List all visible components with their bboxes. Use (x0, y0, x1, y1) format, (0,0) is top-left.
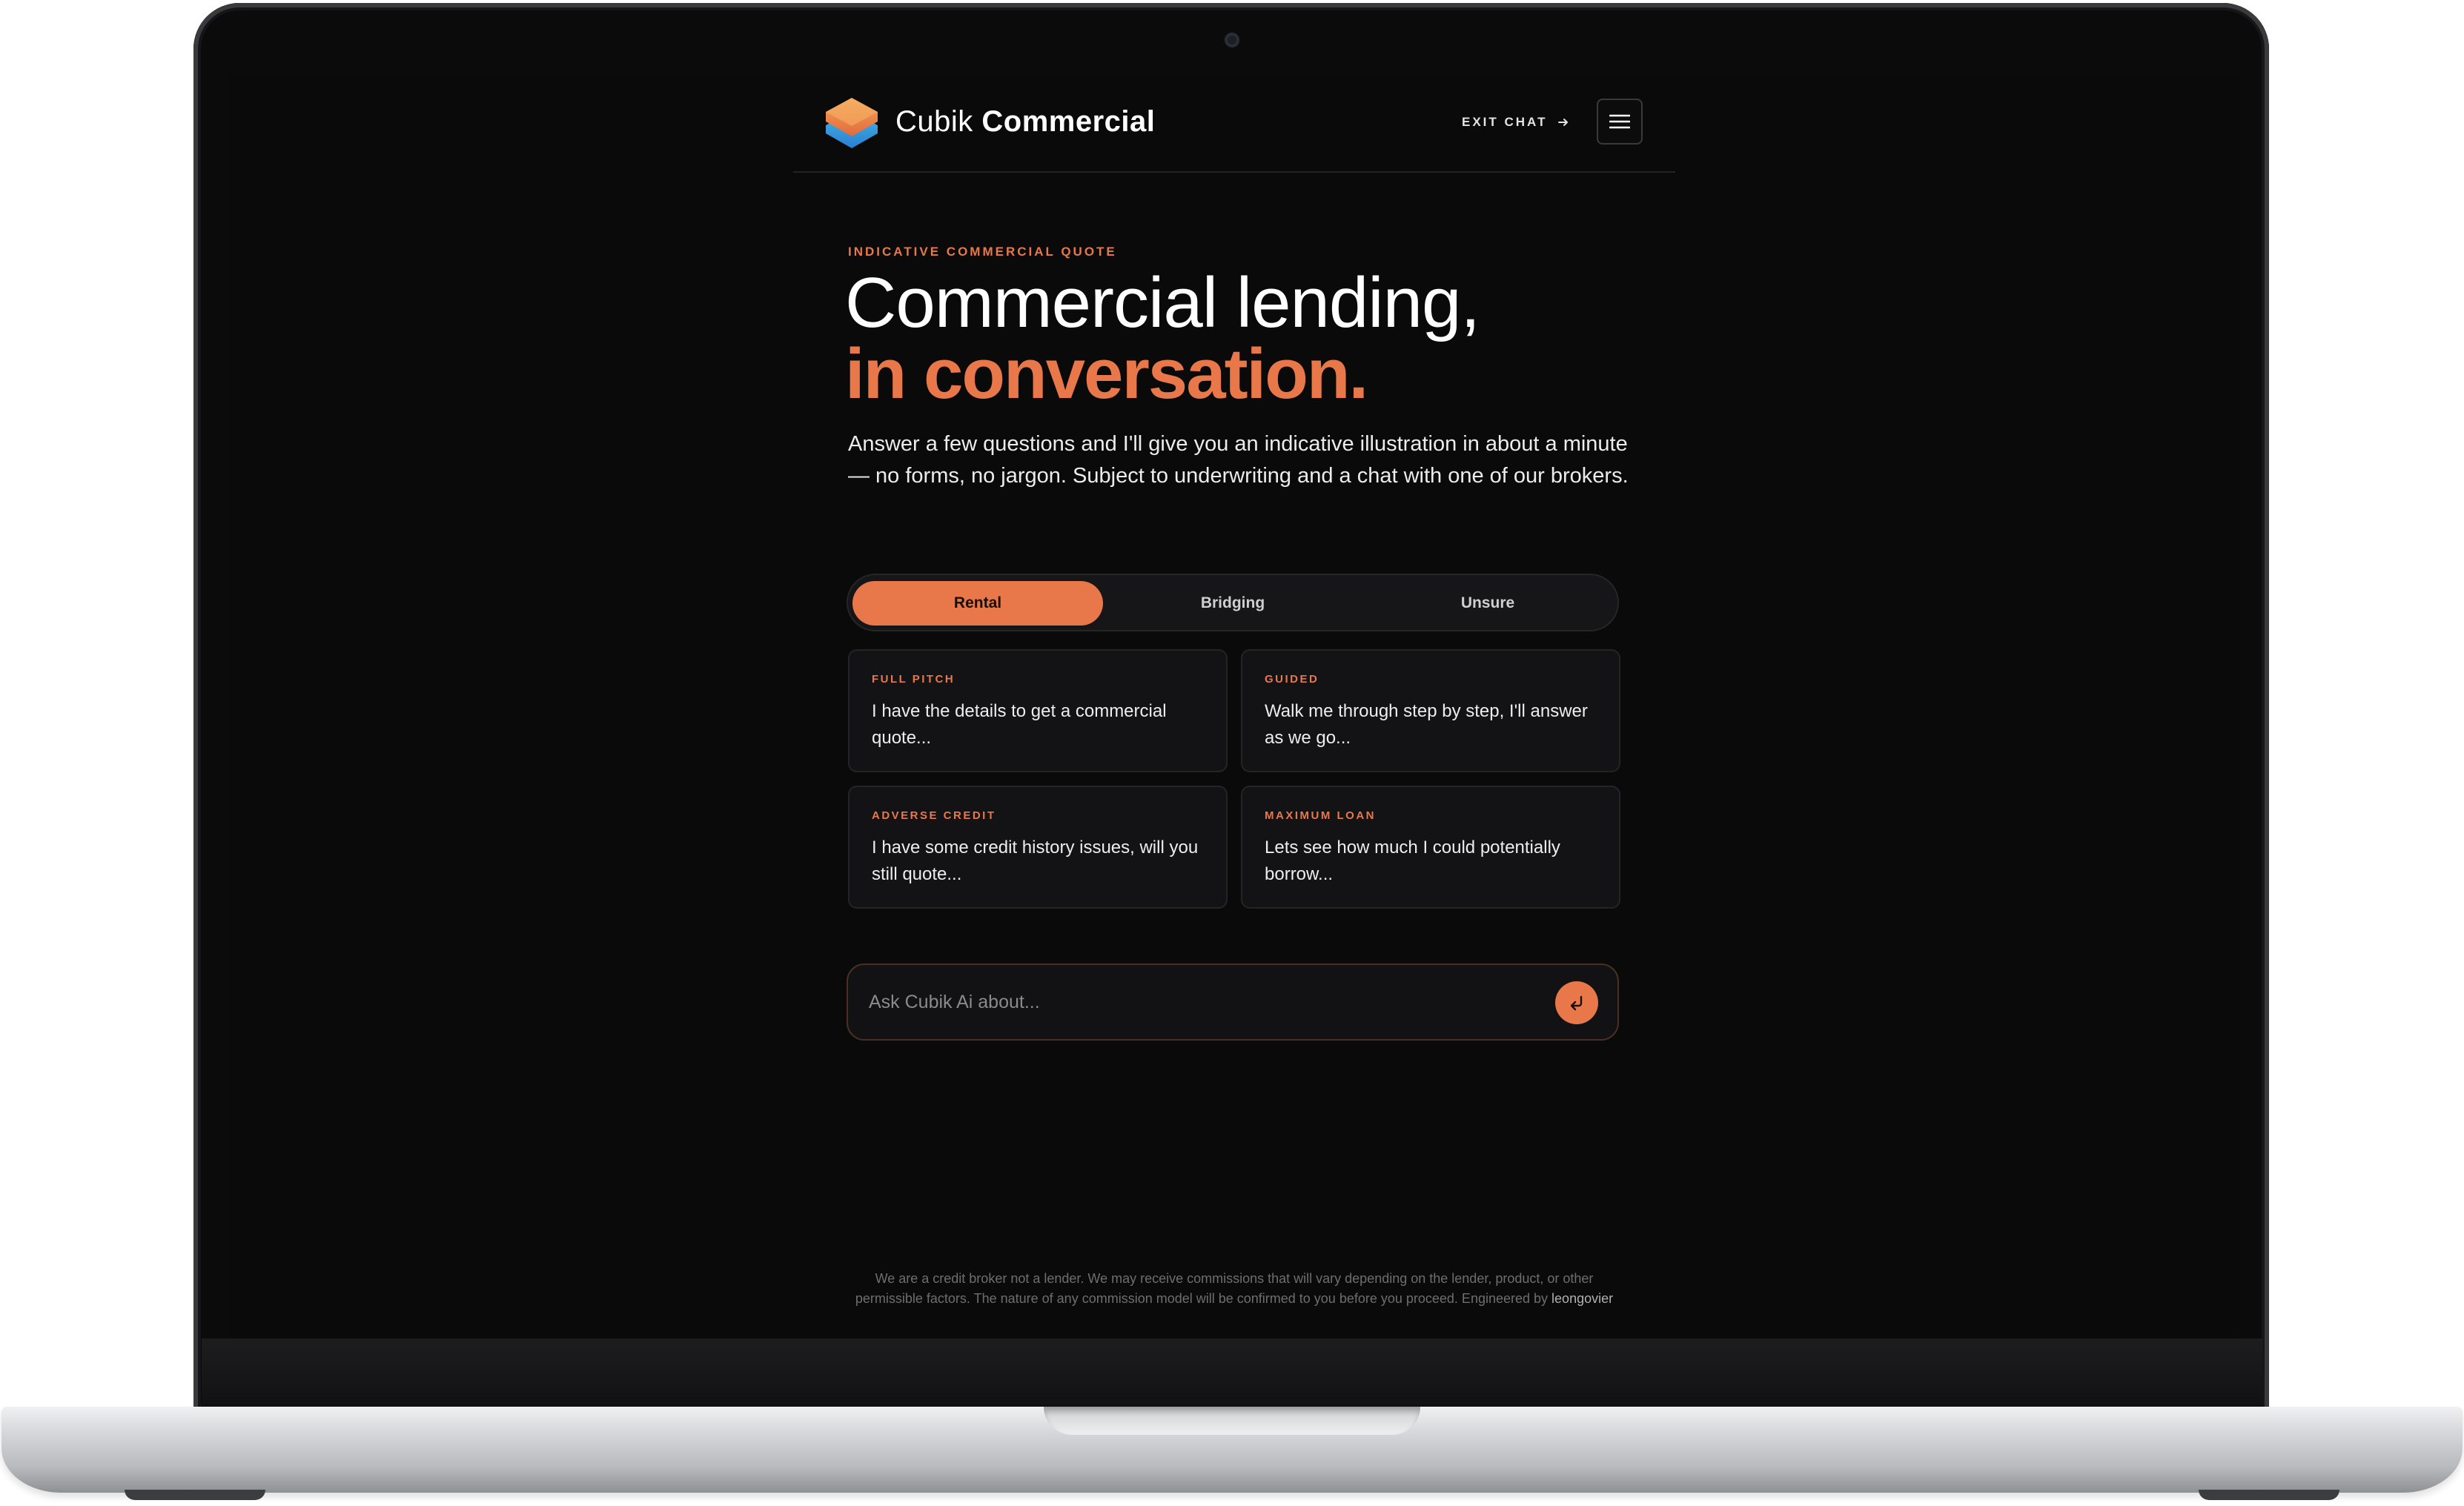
page-title-line1: Commercial lending, (845, 263, 1480, 342)
brand-name-bold: Commercial (981, 105, 1156, 138)
prompt-card-text: Lets see how much I could potentially bo… (1265, 837, 1560, 884)
ask-box (847, 963, 1619, 1041)
prompt-card-full-pitch[interactable]: FULL PITCH I have the details to get a c… (848, 649, 1228, 772)
site-header: Cubik Commercial EXIT CHAT (793, 74, 1675, 173)
prompt-card-tag: ADVERSE CREDIT (872, 809, 996, 822)
return-arrow-icon (1570, 995, 1583, 1011)
hamburger-menu-icon (1609, 114, 1630, 129)
brand-name-light: Cubik (895, 105, 973, 138)
prompt-card-tag: FULL PITCH (872, 673, 956, 686)
disclaimer-line2: permissible factors. The nature of any c… (855, 1291, 1549, 1306)
engineer-link[interactable]: leongovier (1551, 1291, 1613, 1306)
camera-icon (1225, 33, 1239, 47)
prompt-card-text: I have some credit history issues, will … (872, 837, 1199, 884)
send-button[interactable] (1555, 981, 1598, 1024)
laptop-foot-right (2199, 1490, 2339, 1500)
tab-bridging[interactable]: Bridging (1107, 581, 1358, 626)
tab-rental[interactable]: Rental (852, 581, 1103, 626)
prompt-card-text: Walk me through step by step, I'll answe… (1265, 701, 1588, 748)
page-title-line2: in conversation. (845, 334, 1368, 414)
ask-input[interactable] (869, 965, 1521, 1039)
cube-logo-icon[interactable] (824, 95, 879, 153)
loan-type-selector: Rental Bridging Unsure (847, 574, 1619, 631)
prompt-card-adverse-credit[interactable]: ADVERSE CREDIT I have some credit histor… (848, 786, 1228, 909)
prompt-card-tag: MAXIMUM LOAN (1265, 809, 1376, 822)
eyebrow-label: INDICATIVE COMMERCIAL QUOTE (848, 245, 1117, 259)
laptop-foot-left (125, 1490, 265, 1500)
screen: Cubik Commercial EXIT CHAT INDICATIVE CO… (230, 74, 2239, 1339)
brand-name[interactable]: Cubik Commercial (895, 105, 1155, 139)
footer-disclaimer: We are a credit broker not a lender. We … (778, 1269, 1690, 1309)
menu-button[interactable] (1597, 99, 1643, 145)
exit-chat-label: EXIT CHAT (1462, 115, 1548, 129)
disclaimer-line2-wrap: permissible factors. The nature of any c… (778, 1289, 1690, 1309)
exit-chat-button[interactable]: EXIT CHAT (1462, 115, 1569, 130)
tab-unsure[interactable]: Unsure (1362, 581, 1613, 626)
laptop-notch (1044, 1407, 1420, 1435)
prompt-card-guided[interactable]: GUIDED Walk me through step by step, I'l… (1241, 649, 1620, 772)
prompt-card-maximum-loan[interactable]: MAXIMUM LOAN Lets see how much I could p… (1241, 786, 1620, 909)
prompt-card-tag: GUIDED (1265, 673, 1319, 686)
laptop-hinge (202, 1339, 2262, 1408)
disclaimer-line1: We are a credit broker not a lender. We … (875, 1271, 1594, 1286)
intro-text: Answer a few questions and I'll give you… (848, 432, 1629, 488)
prompt-card-text: I have the details to get a commercial q… (872, 701, 1167, 748)
arrow-right-icon (1558, 119, 1569, 126)
